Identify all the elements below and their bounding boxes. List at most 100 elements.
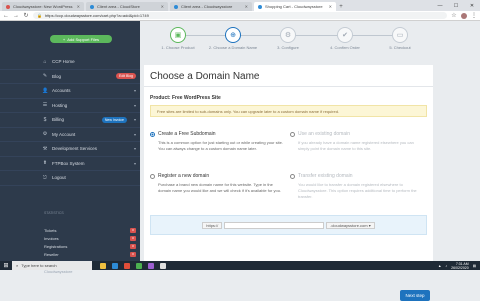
domain-option[interactable]: Transfer existing domain You would like t… [290, 173, 425, 200]
chevron-down-icon: ▾ [133, 102, 136, 108]
statistics-heading: STATISTICS [44, 211, 64, 215]
taskbar-app-icon[interactable] [112, 262, 118, 269]
domain-option-radio[interactable] [150, 173, 155, 179]
accounts-icon: 👤 [42, 87, 49, 94]
taskbar-search-placeholder: Type here to search [21, 263, 57, 268]
sidebar-item-label: FTPBox System [52, 160, 85, 166]
tab-close-icon[interactable]: ✕ [245, 4, 248, 9]
statistic-row[interactable]: Reseller 0 [44, 250, 136, 258]
domain-option-description: If you already have a domain name regist… [298, 140, 414, 151]
taskbar-app-icon[interactable] [100, 262, 106, 269]
step-icon: ⚙ [280, 27, 296, 43]
sidebar-item-my-account[interactable]: ⚙ My Account ▾ [0, 128, 140, 142]
taskbar-app-icon[interactable] [136, 262, 142, 269]
domain-option[interactable]: Use an existing domain If you already hav… [290, 131, 425, 152]
domain-card: Choose a Domain Name Product: Free WordP… [144, 65, 433, 301]
statistic-row[interactable]: Tickets 0 [44, 226, 136, 234]
star-icon[interactable]: ☆ [451, 12, 457, 19]
taskbar-app-icon[interactable] [160, 262, 166, 269]
window-controls: — ☐ ✕ [432, 0, 480, 11]
notice-text: Free sites are limited to sub-domains on… [157, 108, 340, 114]
step-5: ▭ 5. Checkout [370, 27, 430, 50]
domain-entry: https:// .cloudwaysstore.com ▾ [150, 215, 427, 235]
domain-option-radio[interactable] [290, 173, 295, 179]
domain-option-label: Register a new domain [158, 173, 210, 179]
taskbar-search[interactable]: ⌕ Type here to search [12, 261, 92, 270]
forward-icon[interactable]: → [13, 13, 19, 19]
domain-option-title: Use an existing domain [290, 131, 425, 137]
sidebar-item-hosting[interactable]: ☰ Hosting ▾ [0, 99, 140, 113]
tab-favicon-icon [90, 4, 94, 9]
taskbar-app-icon[interactable] [148, 262, 154, 269]
clock-date: 26/02/2020 [451, 265, 469, 270]
statistic-label: Registrations [44, 243, 68, 249]
sidebar-nav: ⌂ CCP Home ✎ Blog Edit Blog 👤 Accounts ▾ ☰ Hostin… [0, 55, 140, 186]
browser-tab[interactable]: Cloudwaysstore: New WordPress ✕ [2, 2, 84, 11]
tab-close-icon[interactable]: ✕ [77, 4, 80, 9]
url-text: https://ccp.cloudwaysstore.com/cart.php?… [44, 13, 149, 18]
minimize-button[interactable]: — [432, 0, 448, 11]
subdomain-input[interactable] [224, 221, 325, 229]
domain-option[interactable]: Create a Free Subdomain This is a common … [150, 131, 285, 152]
close-window-button[interactable]: ✕ [464, 0, 480, 11]
maximize-button[interactable]: ☐ [448, 0, 464, 11]
menu-icon[interactable]: ⋮ [471, 12, 477, 19]
step-label: 4. Confirm Order [330, 45, 360, 50]
domain-option-radio[interactable] [150, 131, 155, 137]
domain-option-title: Create a Free Subdomain [150, 131, 285, 137]
back-icon[interactable]: ← [3, 13, 9, 19]
lock-icon: 🔒 [37, 13, 42, 18]
domain-option-radio[interactable] [290, 131, 295, 137]
chevron-down-icon: ▾ [133, 88, 136, 94]
step-label: 1. Choose Product [161, 45, 195, 50]
volume-icon[interactable]: ♪ [445, 264, 447, 268]
browser-tab[interactable]: Client area - Cloudwaysstore ✕ [170, 2, 252, 11]
next-step-button[interactable]: Next step [400, 290, 430, 301]
domain-option[interactable]: Register a new domain Purchase a brand ne… [150, 173, 285, 194]
statistic-count: 0 [130, 227, 136, 233]
sidebar-item-blog[interactable]: ✎ Blog Edit Blog [0, 70, 140, 84]
sidebar-item-development-services[interactable]: ⚒ Development Services ▾ [0, 142, 140, 157]
sidebar-item-logout[interactable]: ⎋ Logout [0, 171, 140, 186]
url-field[interactable]: 🔒 https://ccp.cloudwaysstore.com/cart.ph… [33, 12, 447, 19]
tab-favicon-icon [174, 4, 178, 9]
reload-icon[interactable]: ↻ [23, 12, 29, 19]
taskbar-app-icon[interactable] [124, 262, 130, 269]
chevron-down-icon: ▾ [133, 117, 136, 123]
sidebar-item-accounts[interactable]: 👤 Accounts ▾ [0, 84, 140, 99]
tab-close-icon[interactable]: ✕ [161, 4, 164, 9]
system-tray: ▲ ♪ 7:31 AM 26/02/2020 ▤ [438, 262, 480, 270]
tab-close-icon[interactable]: ✕ [329, 4, 332, 9]
sidebar-item-ccp-home[interactable]: ⌂ CCP Home [0, 55, 140, 70]
tab-title: Cloudwaysstore: New WordPress [13, 4, 73, 9]
sidebar-item-label: Accounts [52, 88, 71, 94]
browser-tab[interactable]: Client area - CloudStore ✕ [86, 2, 168, 11]
chevron-down-icon: ▾ [133, 160, 136, 166]
browser-tab[interactable]: Shopping Cart - Cloudwaysstore ✕ [254, 2, 336, 11]
notifications-icon[interactable]: ▤ [473, 264, 476, 268]
statistic-count: 0 [130, 243, 136, 249]
statistic-row[interactable]: Invoices 0 [44, 234, 136, 242]
domain-suffix-select[interactable]: .cloudwaysstore.com ▾ [326, 221, 375, 229]
blog-icon: ✎ [42, 73, 48, 80]
windows-start-icon[interactable]: ⊞ [0, 261, 12, 270]
add-support-button[interactable]: + Add Support Files [50, 35, 112, 43]
new-tab-button[interactable]: + [336, 2, 346, 11]
sidebar-item-billing[interactable]: $ Billing New Invoice ▾ [0, 113, 140, 128]
sidebar-item-ftpbox-system[interactable]: ⬆ FTPBox System ▾ [0, 157, 140, 171]
profile-avatar[interactable] [461, 12, 467, 19]
sidebar-item-label: My Account [52, 131, 76, 137]
statistic-row[interactable]: Registrations 0 [44, 242, 136, 250]
network-icon[interactable]: ▲ [438, 264, 441, 268]
plus-icon: + [62, 36, 66, 42]
clock[interactable]: 7:31 AM 26/02/2020 [451, 262, 469, 270]
statistic-label: Invoices [44, 235, 59, 241]
logout-icon: ⎋ [43, 174, 47, 181]
sidebar: + Add Support Files ⌂ CCP Home ✎ Blog Edit B… [0, 21, 140, 274]
domain-option-description: Purchase a brand new domain name for thi… [158, 182, 282, 193]
browser-tab-strip: Cloudwaysstore: New WordPress ✕ Client are… [0, 0, 480, 11]
taskbar-apps [100, 262, 166, 269]
step-icon: ✔ [337, 27, 353, 43]
order-steps: ▣ 1. Choose Product ⊕ 2. Choose a Domain Na… [148, 27, 430, 57]
sidebar-item-label: Hosting [52, 102, 68, 108]
